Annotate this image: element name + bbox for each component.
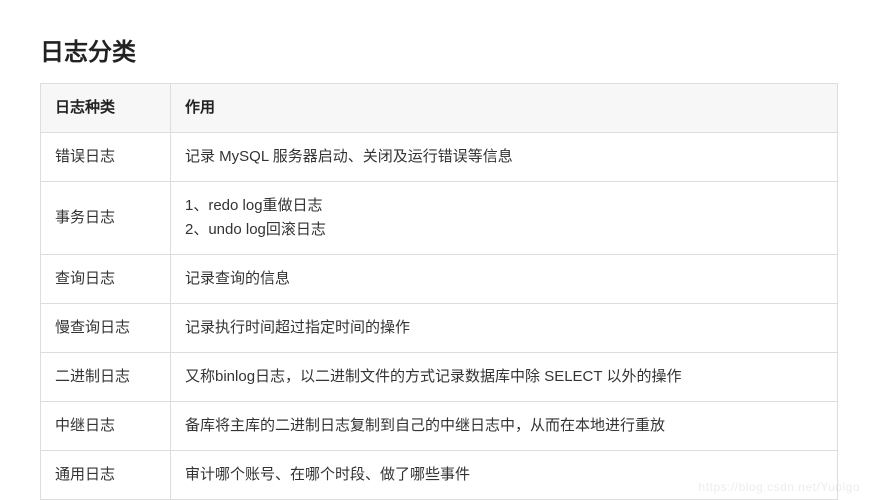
table-row: 慢查询日志 记录执行时间超过指定时间的操作 [41,304,838,353]
table-row: 中继日志 备库将主库的二进制日志复制到自己的中继日志中，从而在本地进行重放 [41,402,838,451]
cell-type: 事务日志 [41,182,171,255]
table-row: 二进制日志 又称binlog日志，以二进制文件的方式记录数据库中除 SELECT… [41,353,838,402]
cell-usage: 备库将主库的二进制日志复制到自己的中继日志中，从而在本地进行重放 [171,402,838,451]
page-title: 日志分类 [40,32,838,67]
header-type: 日志种类 [41,84,171,133]
table-row: 事务日志 1、redo log重做日志 2、undo log回滚日志 [41,182,838,255]
cell-type: 查询日志 [41,255,171,304]
usage-line: 1、redo log重做日志 [185,194,823,218]
table-row: 通用日志 审计哪个账号、在哪个时段、做了哪些事件 [41,451,838,500]
cell-usage: 1、redo log重做日志 2、undo log回滚日志 [171,182,838,255]
header-usage: 作用 [171,84,838,133]
cell-type: 错误日志 [41,133,171,182]
cell-type: 二进制日志 [41,353,171,402]
cell-usage: 记录 MySQL 服务器启动、关闭及运行错误等信息 [171,133,838,182]
cell-usage: 记录执行时间超过指定时间的操作 [171,304,838,353]
cell-type: 通用日志 [41,451,171,500]
table-header-row: 日志种类 作用 [41,84,838,133]
usage-line: 2、undo log回滚日志 [185,218,823,242]
cell-usage: 审计哪个账号、在哪个时段、做了哪些事件 [171,451,838,500]
cell-type: 慢查询日志 [41,304,171,353]
cell-usage: 记录查询的信息 [171,255,838,304]
table-row: 错误日志 记录 MySQL 服务器启动、关闭及运行错误等信息 [41,133,838,182]
log-category-table: 日志种类 作用 错误日志 记录 MySQL 服务器启动、关闭及运行错误等信息 事… [40,83,838,500]
cell-type: 中继日志 [41,402,171,451]
table-row: 查询日志 记录查询的信息 [41,255,838,304]
cell-usage: 又称binlog日志，以二进制文件的方式记录数据库中除 SELECT 以外的操作 [171,353,838,402]
